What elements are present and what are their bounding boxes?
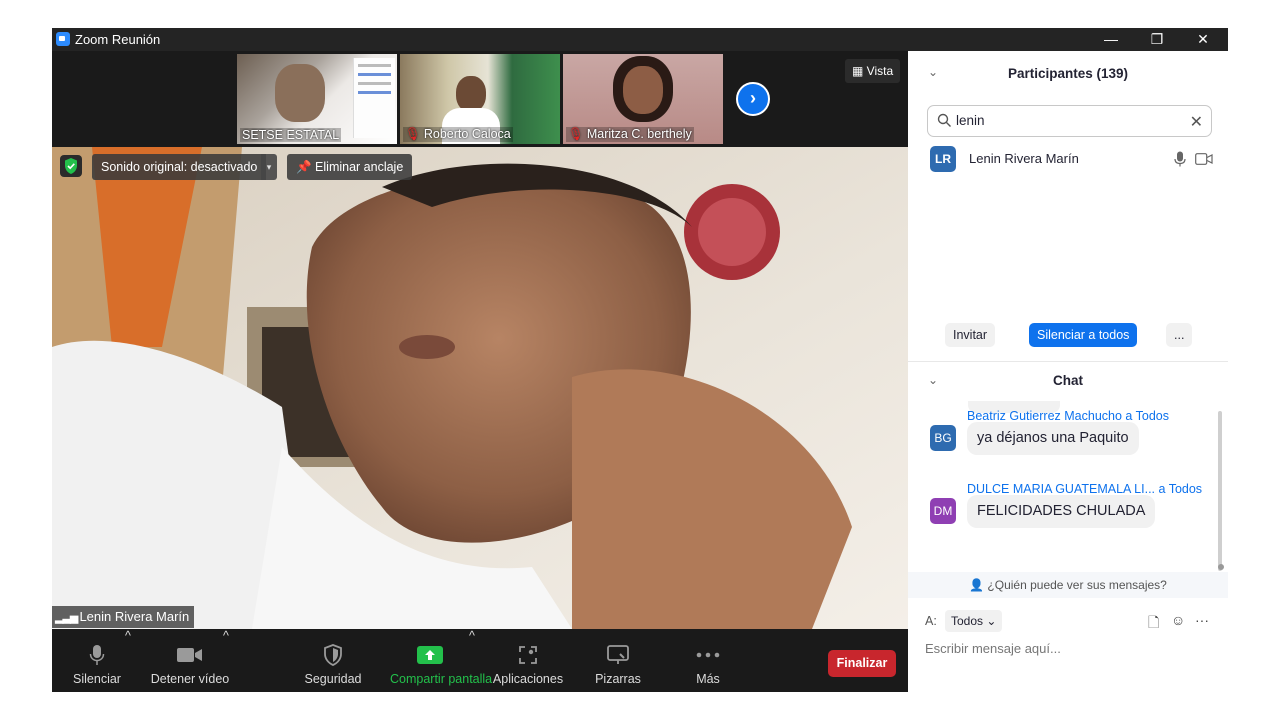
avatar: BG bbox=[930, 425, 956, 451]
search-value: lenin bbox=[956, 113, 985, 128]
mute-all-button[interactable]: Silenciar a todos bbox=[1029, 323, 1138, 347]
pin-icon: 📌 bbox=[296, 160, 316, 174]
who-can-see-messages-link[interactable]: 👤 ¿Quién puede ver sus mensajes? bbox=[908, 572, 1228, 598]
participants-more-button[interactable]: ... bbox=[1166, 323, 1193, 347]
emoji-icon[interactable]: ☺ bbox=[1171, 612, 1185, 628]
recipient-label: A: bbox=[925, 614, 937, 628]
speaker-name-label: ▂▃▅ Lenin Rivera Marín bbox=[52, 606, 195, 628]
thumbnail-name: SETSE ESTATAL bbox=[240, 128, 342, 142]
message-sender: Beatriz Gutierrez Machucho a Todos bbox=[967, 409, 1169, 423]
minimize-button[interactable]: — bbox=[1088, 28, 1134, 51]
invite-button[interactable]: Invitar bbox=[945, 323, 996, 347]
message-bubble: ya déjanos una Paquito bbox=[967, 422, 1139, 455]
avatar: LR bbox=[930, 146, 956, 172]
thumbnail-tile[interactable]: 🎙 Roberto Caloca bbox=[400, 54, 560, 144]
apps-button[interactable]: Aplicaciones bbox=[493, 629, 563, 692]
stop-video-label: Detener vídeo bbox=[150, 672, 230, 686]
stop-video-button[interactable]: Detener vídeo bbox=[151, 629, 229, 692]
thumbnail-name: 🎙 Maritza C. berthely bbox=[566, 127, 694, 142]
search-icon bbox=[937, 113, 951, 127]
thumbnail-strip: SETSE ESTATAL 🎙 Roberto Caloca 🎙 Maritza C… bbox=[52, 51, 908, 147]
main-video: Sonido original: desactivado ▾ 📌 Elimina… bbox=[52, 147, 908, 629]
share-screen-label: Compartir pantalla bbox=[390, 672, 493, 686]
signal-bars-icon: ▂▃▅ bbox=[55, 612, 80, 624]
unpin-button[interactable]: 📌 Eliminar anclaje bbox=[287, 154, 413, 180]
more-button[interactable]: Más bbox=[688, 629, 728, 692]
microphone-icon bbox=[89, 645, 105, 665]
shared-document bbox=[353, 58, 395, 138]
message-input[interactable]: Escribir mensaje aquí... bbox=[925, 641, 1061, 656]
window-title: Zoom Reunión bbox=[75, 32, 161, 47]
clear-search-icon[interactable]: ✕ bbox=[1190, 112, 1203, 132]
view-button[interactable]: ▦ Vista bbox=[845, 59, 901, 83]
participant-search-input[interactable]: lenin ✕ bbox=[927, 105, 1212, 137]
message-sender: DULCE MARIA GUATEMALA LI... a Todos bbox=[967, 482, 1203, 496]
video-options-caret[interactable]: ^ bbox=[223, 629, 229, 692]
video-area: SETSE ESTATAL 🎙 Roberto Caloca 🎙 Maritza C… bbox=[52, 51, 908, 692]
original-sound-toggle[interactable]: Sonido original: desactivado bbox=[92, 154, 267, 180]
whiteboards-label: Pizarras bbox=[595, 672, 641, 686]
security-button[interactable]: Seguridad bbox=[305, 629, 362, 692]
panel-divider bbox=[908, 361, 1228, 362]
participant-face bbox=[275, 64, 325, 122]
thumbnail-tile[interactable]: 🎙 Maritza C. berthely bbox=[563, 54, 723, 144]
participant-row[interactable]: LR Lenin Rivera Marín bbox=[908, 143, 1228, 175]
share-screen-button[interactable]: Compartir pantalla bbox=[390, 629, 492, 692]
more-dots-icon bbox=[696, 652, 720, 658]
participants-title: Participantes (139) bbox=[1007, 66, 1129, 81]
speaker-video-frame bbox=[52, 147, 908, 629]
video-camera-icon[interactable] bbox=[1195, 153, 1213, 165]
side-panel: ⌄ Participantes (139) lenin ✕ LR Lenin R… bbox=[908, 51, 1228, 692]
apps-icon bbox=[519, 646, 537, 664]
recipient-select[interactable]: Todos ⌄ bbox=[945, 610, 1003, 632]
muted-mic-icon: 🎙 bbox=[568, 127, 584, 141]
more-label: Más bbox=[696, 672, 720, 686]
whiteboard-icon bbox=[607, 645, 629, 664]
thumbnail-tile[interactable]: SETSE ESTATAL bbox=[237, 54, 397, 144]
zoom-window: Zoom Reunión — ❐ ✕ SETSE ESTATAL 🎙 Robert… bbox=[52, 28, 1228, 692]
microphone-icon[interactable] bbox=[1174, 151, 1186, 167]
meeting-toolbar: Silenciar ^ Detener vídeo ^ Seguridad Co… bbox=[52, 629, 908, 692]
video-camera-icon bbox=[177, 648, 202, 662]
shield-icon bbox=[324, 644, 342, 666]
chat-messages: Beatriz Gutierrez Machucho a Todos BG ya… bbox=[908, 401, 1228, 571]
share-screen-icon bbox=[417, 646, 443, 664]
apps-label: Aplicaciones bbox=[492, 672, 564, 686]
participant-face bbox=[623, 66, 663, 114]
next-page-button[interactable]: › bbox=[736, 82, 770, 116]
recipient-row: A: Todos ⌄ 🗋 ☺ ··· bbox=[908, 608, 1228, 634]
share-options-caret[interactable]: ^ bbox=[469, 629, 475, 692]
security-label: Seguridad bbox=[304, 672, 362, 686]
security-shield-icon[interactable] bbox=[60, 155, 82, 177]
chat-more-icon[interactable]: ··· bbox=[1195, 612, 1209, 628]
message-bubble: FELICIDADES CHULADA bbox=[967, 495, 1156, 528]
chat-title: Chat bbox=[1053, 373, 1083, 388]
chat-scrollbar[interactable] bbox=[1218, 411, 1222, 571]
restore-button[interactable]: ❐ bbox=[1134, 28, 1180, 51]
title-bar: Zoom Reunión — ❐ ✕ bbox=[52, 28, 1228, 51]
chat-header: ⌄ Chat bbox=[908, 364, 1228, 398]
user-eye-icon: 👤 bbox=[969, 578, 988, 592]
mute-button[interactable]: Silenciar bbox=[73, 629, 121, 692]
file-icon[interactable]: 🗋 bbox=[1148, 612, 1159, 636]
whiteboards-button[interactable]: Pizarras bbox=[595, 629, 641, 692]
zoom-logo-icon bbox=[56, 32, 70, 46]
participant-name: Lenin Rivera Marín bbox=[969, 151, 1079, 166]
muted-mic-icon: 🎙 bbox=[405, 127, 421, 141]
avatar: DM bbox=[930, 498, 956, 524]
original-sound-menu-button[interactable]: ▾ bbox=[261, 154, 277, 180]
end-meeting-button[interactable]: Finalizar bbox=[828, 650, 896, 677]
participants-header: ⌄ Participantes (139) bbox=[908, 51, 1228, 97]
audio-options-caret[interactable]: ^ bbox=[125, 629, 131, 692]
scroll-end-dot bbox=[1218, 564, 1224, 570]
thumbnail-name: 🎙 Roberto Caloca bbox=[403, 127, 513, 142]
participant-face bbox=[456, 76, 486, 112]
close-window-button[interactable]: ✕ bbox=[1180, 28, 1226, 51]
grid-icon: ▦ bbox=[852, 64, 867, 78]
